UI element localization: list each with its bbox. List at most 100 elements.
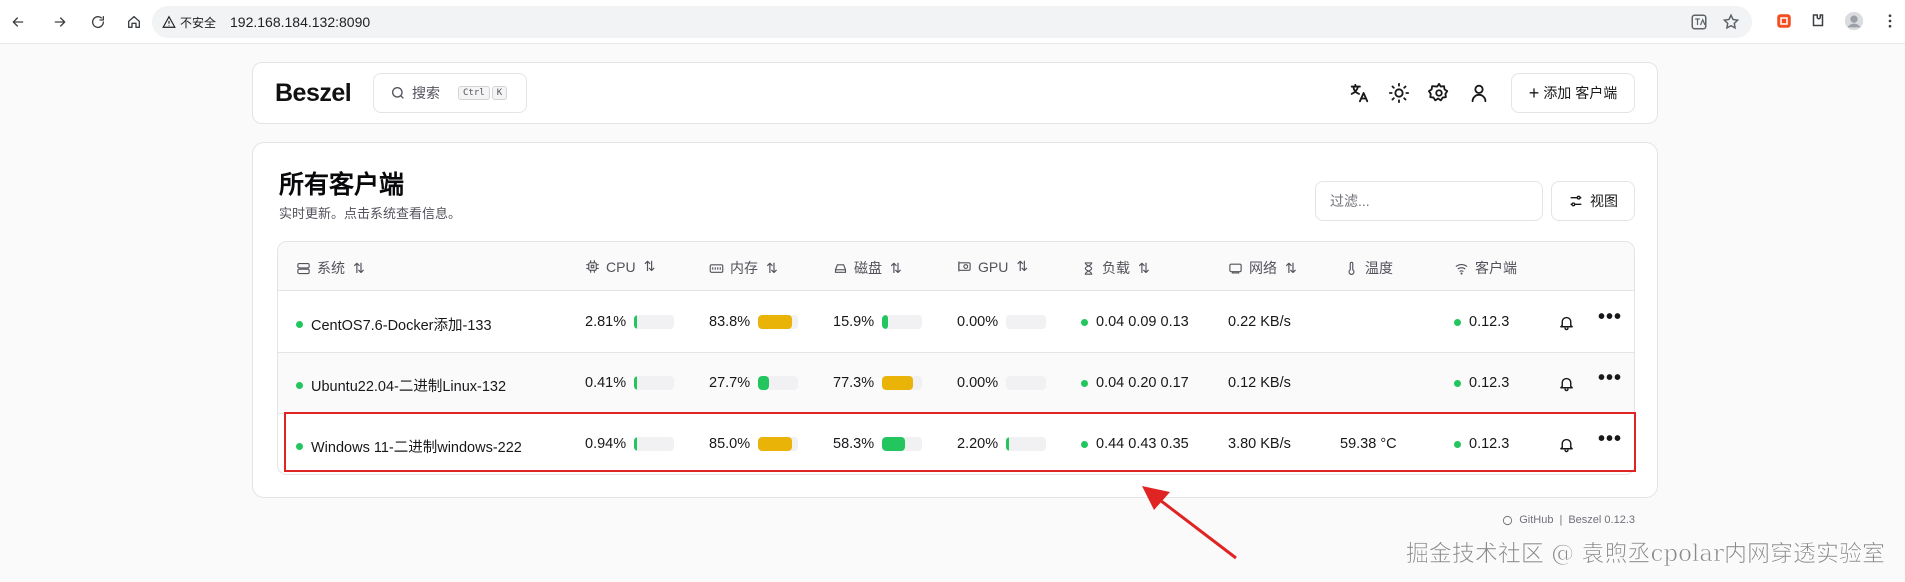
browser-menu-icon[interactable] xyxy=(1881,12,1899,30)
add-client-label: 添加 客户端 xyxy=(1543,85,1618,101)
agent-status-dot xyxy=(1454,440,1461,448)
home-icon[interactable] xyxy=(122,10,146,34)
disk-meter-fill xyxy=(882,376,914,390)
cpu-cell: 0.94% xyxy=(585,436,675,452)
network-cell: 0.12 KB/s xyxy=(1228,375,1291,391)
reload-icon[interactable] xyxy=(86,10,110,34)
col-cpu-label: CPU xyxy=(606,258,636,275)
load-cell: 0.04 0.20 0.17 xyxy=(1081,375,1189,391)
system-name-cell[interactable]: CentOS7.6-Docker添加-133 xyxy=(296,314,492,335)
app-logo[interactable]: Beszel xyxy=(275,79,352,108)
version-link[interactable]: Beszel 0.12.3 xyxy=(1568,514,1635,526)
annotation-arrow xyxy=(1142,486,1237,560)
app-header: Beszel 搜索 Ctrl K + 添加 客户端 xyxy=(252,62,1658,124)
system-name-cell[interactable]: Ubuntu22.04-二进制Linux-132 xyxy=(296,375,506,396)
gpu-value: 0.00% xyxy=(957,375,999,391)
cpu-meter-fill xyxy=(634,315,637,329)
gpu-cell: 0.00% xyxy=(957,375,1047,391)
disk-icon xyxy=(834,263,847,273)
disk-meter-fill xyxy=(882,315,889,329)
gpu-meter xyxy=(1006,376,1047,390)
bell-icon[interactable] xyxy=(1558,436,1575,453)
system-name: Windows 11-二进制windows-222 xyxy=(311,440,522,456)
disk-meter xyxy=(882,315,923,329)
table-row[interactable]: Ubuntu22.04-二进制Linux-132 0.41% 27.7% 77.… xyxy=(278,353,1634,414)
memory-cell: 27.7% xyxy=(709,375,799,391)
memory-cell: 83.8% xyxy=(709,314,799,330)
network-value: 0.22 KB/s xyxy=(1228,314,1291,330)
gpu-meter xyxy=(1006,437,1047,451)
col-gpu[interactable]: GPU ⇅ xyxy=(957,258,1028,275)
back-icon[interactable] xyxy=(6,10,30,34)
col-load-label: 负载 xyxy=(1102,260,1130,276)
col-gpu-label: GPU xyxy=(978,258,1009,275)
search-button[interactable]: 搜索 Ctrl K xyxy=(373,73,527,113)
disk-value: 15.9% xyxy=(833,314,875,330)
agent-status-dot xyxy=(1454,379,1461,387)
col-temperature[interactable]: 温度 xyxy=(1344,258,1393,278)
col-system[interactable]: 系统 ⇅ xyxy=(296,258,365,278)
add-client-button[interactable]: + 添加 客户端 xyxy=(1511,73,1635,113)
warning-icon xyxy=(162,15,176,28)
col-memory[interactable]: 内存 ⇅ xyxy=(709,258,778,278)
col-network-label: 网络 xyxy=(1249,260,1277,276)
load-value: 0.44 0.43 0.35 xyxy=(1096,436,1189,452)
load-status-dot xyxy=(1081,318,1088,326)
memory-meter xyxy=(758,315,799,329)
server-icon xyxy=(297,262,310,274)
theme-sun-icon[interactable] xyxy=(1388,82,1410,104)
address-bar[interactable]: 不安全 192.168.184.132:8090 xyxy=(152,6,1752,38)
network-cell: 3.80 KB/s xyxy=(1228,436,1291,452)
table-header: 系统 ⇅ CPU ⇅ 内存 ⇅ 磁盘 ⇅ GPU ⇅ 负载 ⇅ 网络 ⇅ 温度 … xyxy=(278,242,1634,291)
bell-icon[interactable] xyxy=(1558,314,1575,331)
table-row[interactable]: Windows 11-二进制windows-222 0.94% 85.0% 58… xyxy=(278,414,1634,474)
memory-cell: 85.0% xyxy=(709,436,799,452)
footer-separator: | xyxy=(1559,514,1563,526)
language-icon[interactable] xyxy=(1348,82,1370,104)
github-link[interactable]: GitHub xyxy=(1519,514,1553,526)
view-button[interactable]: 视图 xyxy=(1551,181,1635,221)
security-indicator[interactable]: 不安全 xyxy=(162,14,216,31)
bell-icon[interactable] xyxy=(1558,375,1575,392)
translate-icon[interactable] xyxy=(1690,13,1708,31)
user-icon[interactable] xyxy=(1468,82,1490,104)
system-name: Ubuntu22.04-二进制Linux-132 xyxy=(311,379,507,395)
settings-gear-icon[interactable] xyxy=(1428,82,1450,104)
gpu-cell: 2.20% xyxy=(957,436,1047,452)
load-cell: 0.04 0.09 0.13 xyxy=(1081,314,1189,330)
network-icon xyxy=(1229,263,1242,273)
bookmark-star-icon[interactable] xyxy=(1722,13,1740,31)
wifi-icon xyxy=(1455,263,1468,275)
profile-avatar-icon[interactable] xyxy=(1843,10,1865,32)
status-dot xyxy=(296,321,303,328)
extension-red-icon[interactable] xyxy=(1775,12,1793,30)
url-text[interactable]: 192.168.184.132:8090 xyxy=(230,14,370,30)
github-icon xyxy=(1503,515,1513,525)
status-dot xyxy=(296,443,303,450)
gpu-icon xyxy=(958,261,971,272)
cpu-value: 0.41% xyxy=(585,375,627,391)
network-cell: 0.22 KB/s xyxy=(1228,314,1291,330)
cpu-meter xyxy=(634,437,675,451)
extensions-puzzle-icon[interactable] xyxy=(1809,12,1827,30)
col-system-label: 系统 xyxy=(317,260,345,276)
disk-meter xyxy=(882,376,923,390)
system-name-cell[interactable]: Windows 11-二进制windows-222 xyxy=(296,436,522,457)
gpu-meter-fill xyxy=(1006,437,1009,451)
table-row[interactable]: CentOS7.6-Docker添加-133 2.81% 83.8% 15.9%… xyxy=(278,292,1634,353)
col-disk[interactable]: 磁盘 ⇅ xyxy=(833,258,902,278)
page-subtitle: 实时更新。点击系统查看信息。 xyxy=(279,206,462,221)
cpu-meter-fill xyxy=(634,437,637,451)
col-cpu[interactable]: CPU ⇅ xyxy=(585,258,655,275)
more-options-icon[interactable]: ••• xyxy=(1598,428,1622,451)
forward-icon[interactable] xyxy=(48,10,72,34)
more-options-icon[interactable]: ••• xyxy=(1598,367,1622,390)
filter-input[interactable]: 过滤... xyxy=(1315,181,1543,221)
col-agent[interactable]: 客户端 xyxy=(1454,258,1517,278)
kbd-k: K xyxy=(491,86,508,100)
col-load[interactable]: 负载 ⇅ xyxy=(1081,258,1150,278)
col-network[interactable]: 网络 ⇅ xyxy=(1228,258,1297,278)
disk-meter-fill xyxy=(882,437,906,451)
more-options-icon[interactable]: ••• xyxy=(1598,306,1622,329)
cpu-meter xyxy=(634,376,675,390)
